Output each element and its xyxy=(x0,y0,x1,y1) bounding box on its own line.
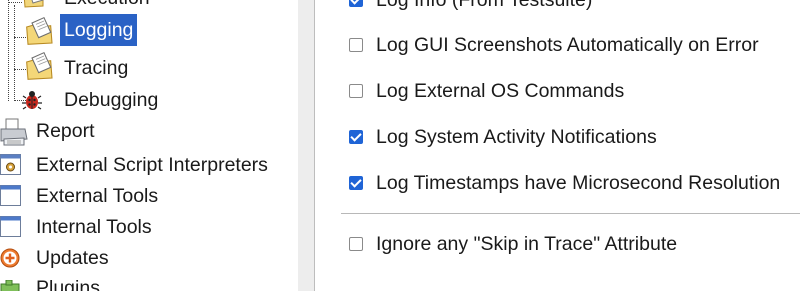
folder-doc-icon xyxy=(26,16,53,45)
options-separator xyxy=(341,213,800,214)
log-timestamps-checkbox[interactable] xyxy=(349,176,363,190)
window-icon xyxy=(0,216,21,237)
tree-item-report[interactable]: Report xyxy=(0,117,298,146)
folder-doc-icon xyxy=(23,0,44,8)
log-external-os-commands-checkbox[interactable] xyxy=(349,84,363,98)
plugin-icon xyxy=(0,280,20,291)
tree-item-label: Plugins xyxy=(36,277,100,291)
option-label: Log Info (From Testsuite) xyxy=(376,0,593,11)
tree-item-label: Internal Tools xyxy=(36,216,152,238)
tree-item-label: Logging xyxy=(60,14,138,46)
tree-item-label: Updates xyxy=(36,247,109,269)
tree-item-logging[interactable]: Logging xyxy=(0,14,298,46)
update-plus-icon xyxy=(0,248,20,268)
option-label: Ignore any "Skip in Trace" Attribute xyxy=(376,233,678,255)
option-label: Log External OS Commands xyxy=(376,80,625,102)
tree-item-label: Debugging xyxy=(64,89,159,111)
bug-icon xyxy=(22,91,42,110)
window-icon xyxy=(0,185,21,206)
settings-tree: Execution Logging Tracing Debugging xyxy=(0,0,298,291)
tree-item-execution[interactable]: Execution xyxy=(0,0,298,12)
log-gui-screenshots-checkbox[interactable] xyxy=(349,38,363,52)
tree-item-label: External Script Interpreters xyxy=(36,154,268,176)
tree-item-label: Tracing xyxy=(64,57,129,79)
logging-options-panel: Log Info (From Testsuite) Log GUI Screen… xyxy=(315,0,800,291)
tree-item-plugins[interactable]: Plugins xyxy=(0,274,298,291)
tree-item-updates[interactable]: Updates xyxy=(0,244,298,272)
ignore-skip-in-trace-checkbox[interactable] xyxy=(349,237,363,251)
log-system-activity-checkbox[interactable] xyxy=(349,130,363,144)
tree-item-tracing[interactable]: Tracing xyxy=(0,51,298,82)
tree-item-debugging[interactable]: Debugging xyxy=(0,86,298,114)
tree-item-external-script-interpreters[interactable]: External Script Interpreters xyxy=(0,151,298,179)
folder-doc-icon xyxy=(26,51,53,80)
tree-item-external-tools[interactable]: External Tools xyxy=(0,182,298,210)
tree-item-label: Report xyxy=(36,120,95,142)
tree-item-label: External Tools xyxy=(36,185,159,207)
log-info-checkbox[interactable] xyxy=(349,0,363,7)
tree-item-label: Execution xyxy=(64,0,150,12)
option-label: Log GUI Screenshots Automatically on Err… xyxy=(376,34,759,56)
printer-icon xyxy=(0,118,28,146)
panel-splitter[interactable] xyxy=(298,0,315,291)
option-label: Log System Activity Notifications xyxy=(376,126,657,148)
tree-item-internal-tools[interactable]: Internal Tools xyxy=(0,213,298,241)
option-label: Log Timestamps have Microsecond Resoluti… xyxy=(376,172,781,194)
gear-window-icon xyxy=(0,154,21,175)
